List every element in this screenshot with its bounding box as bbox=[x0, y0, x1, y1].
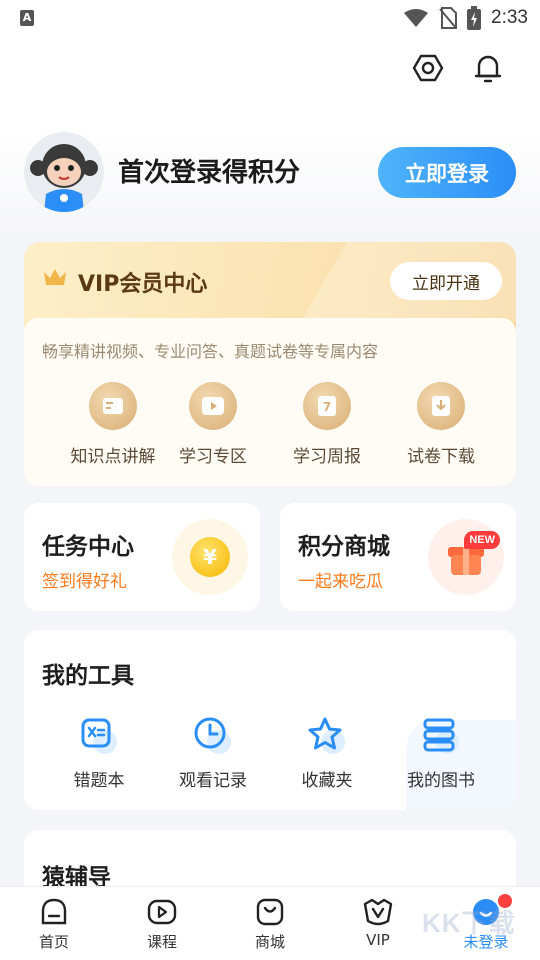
vip-card[interactable]: VIP会员中心 立即开通 畅享精讲视频、专业问答、真题试卷等专属内容 知识点讲解… bbox=[24, 242, 516, 486]
vip-item-label: 学习周报 bbox=[293, 447, 361, 467]
nav-label: 商城 bbox=[254, 933, 285, 951]
nav-courses[interactable]: 课程 bbox=[108, 897, 216, 952]
shop-bag-icon bbox=[256, 898, 284, 926]
star-icon bbox=[308, 717, 345, 754]
my-tools-title: 我的工具 bbox=[42, 663, 134, 689]
vip-item-label: 试卷下载 bbox=[407, 447, 475, 467]
my-tools-card: 我的工具 错题本 观看记录 收藏夹 我的图书 bbox=[24, 630, 516, 810]
download-icon bbox=[417, 382, 465, 430]
tool-label: 收藏夹 bbox=[301, 771, 353, 791]
crown-icon bbox=[44, 269, 66, 285]
vip-item-label: 学习专区 bbox=[179, 447, 247, 467]
no-sim-icon bbox=[439, 7, 458, 29]
course-play-icon bbox=[147, 899, 177, 925]
wrong-notebook-icon bbox=[81, 718, 117, 754]
wifi-icon bbox=[404, 9, 429, 27]
avatar[interactable] bbox=[24, 132, 104, 212]
tool-label: 我的图书 bbox=[407, 771, 475, 791]
vip-item-weekly-report[interactable]: 7 学习周报 bbox=[272, 382, 382, 467]
vip-item-knowledge[interactable]: 知识点讲解 bbox=[58, 382, 168, 467]
home-icon bbox=[41, 898, 67, 925]
new-badge: NEW bbox=[464, 531, 500, 549]
watermark: KK下载 bbox=[422, 908, 516, 938]
points-mall-card[interactable]: 积分商城 一起来吃瓜 NEW bbox=[280, 503, 516, 611]
login-prompt-title: 首次登录得积分 bbox=[118, 158, 301, 188]
vip-item-label: 知识点讲解 bbox=[70, 447, 156, 467]
points-mall-title: 积分商城 bbox=[298, 534, 390, 560]
login-button[interactable]: 立即登录 bbox=[378, 147, 516, 198]
nav-label: 首页 bbox=[38, 933, 69, 951]
coin-icon: ¥ bbox=[190, 537, 230, 577]
nav-label: 课程 bbox=[146, 933, 177, 951]
accessibility-a-icon: A bbox=[20, 10, 34, 26]
status-bar: A 2:33 bbox=[0, 0, 540, 36]
calendar-7-icon: 7 bbox=[303, 382, 351, 430]
vip-description: 畅享精讲视频、专业问答、真题试卷等专属内容 bbox=[42, 342, 379, 361]
battery-charging-icon bbox=[467, 6, 482, 30]
vip-benefits-panel: 畅享精讲视频、专业问答、真题试卷等专属内容 知识点讲解 学习专区 7 学习周报 … bbox=[24, 318, 516, 486]
tool-label: 观看记录 bbox=[179, 771, 247, 791]
nav-shop[interactable]: 商城 bbox=[216, 897, 324, 952]
tool-wrong-notebook[interactable]: 错题本 bbox=[44, 716, 154, 791]
clock-icon bbox=[194, 717, 231, 754]
tool-favorites[interactable]: 收藏夹 bbox=[272, 716, 382, 791]
book-card-icon bbox=[89, 382, 137, 430]
vip-open-button[interactable]: 立即开通 bbox=[390, 262, 502, 300]
status-right-group: 2:33 bbox=[403, 6, 528, 30]
vip-item-study-zone[interactable]: 学习专区 bbox=[158, 382, 268, 467]
status-time: 2:33 bbox=[491, 7, 528, 28]
play-icon bbox=[189, 382, 237, 430]
tool-watch-history[interactable]: 观看记录 bbox=[158, 716, 268, 791]
task-center-title: 任务中心 bbox=[42, 534, 134, 560]
monkey-mascot-icon bbox=[30, 144, 98, 212]
nav-label: VIP bbox=[366, 931, 390, 949]
bell-icon[interactable] bbox=[472, 52, 504, 84]
task-center-card[interactable]: 任务中心 签到得好礼 ¥ bbox=[24, 503, 260, 611]
svg-text:7: 7 bbox=[323, 400, 331, 414]
coin-icon-bg: ¥ bbox=[172, 519, 248, 595]
tool-my-books[interactable]: 我的图书 bbox=[386, 716, 496, 791]
settings-hexagon-icon[interactable] bbox=[412, 52, 444, 84]
points-mall-subtitle: 一起来吃瓜 bbox=[298, 572, 383, 592]
vip-icon bbox=[363, 898, 393, 926]
vip-title: VIP会员中心 bbox=[78, 272, 208, 297]
vip-item-paper-download[interactable]: 试卷下载 bbox=[386, 382, 496, 467]
nav-home[interactable]: 首页 bbox=[0, 897, 108, 952]
nav-vip[interactable]: VIP bbox=[324, 897, 432, 949]
books-icon bbox=[423, 718, 459, 754]
task-center-subtitle: 签到得好礼 bbox=[42, 572, 127, 592]
tool-label: 错题本 bbox=[73, 771, 125, 791]
